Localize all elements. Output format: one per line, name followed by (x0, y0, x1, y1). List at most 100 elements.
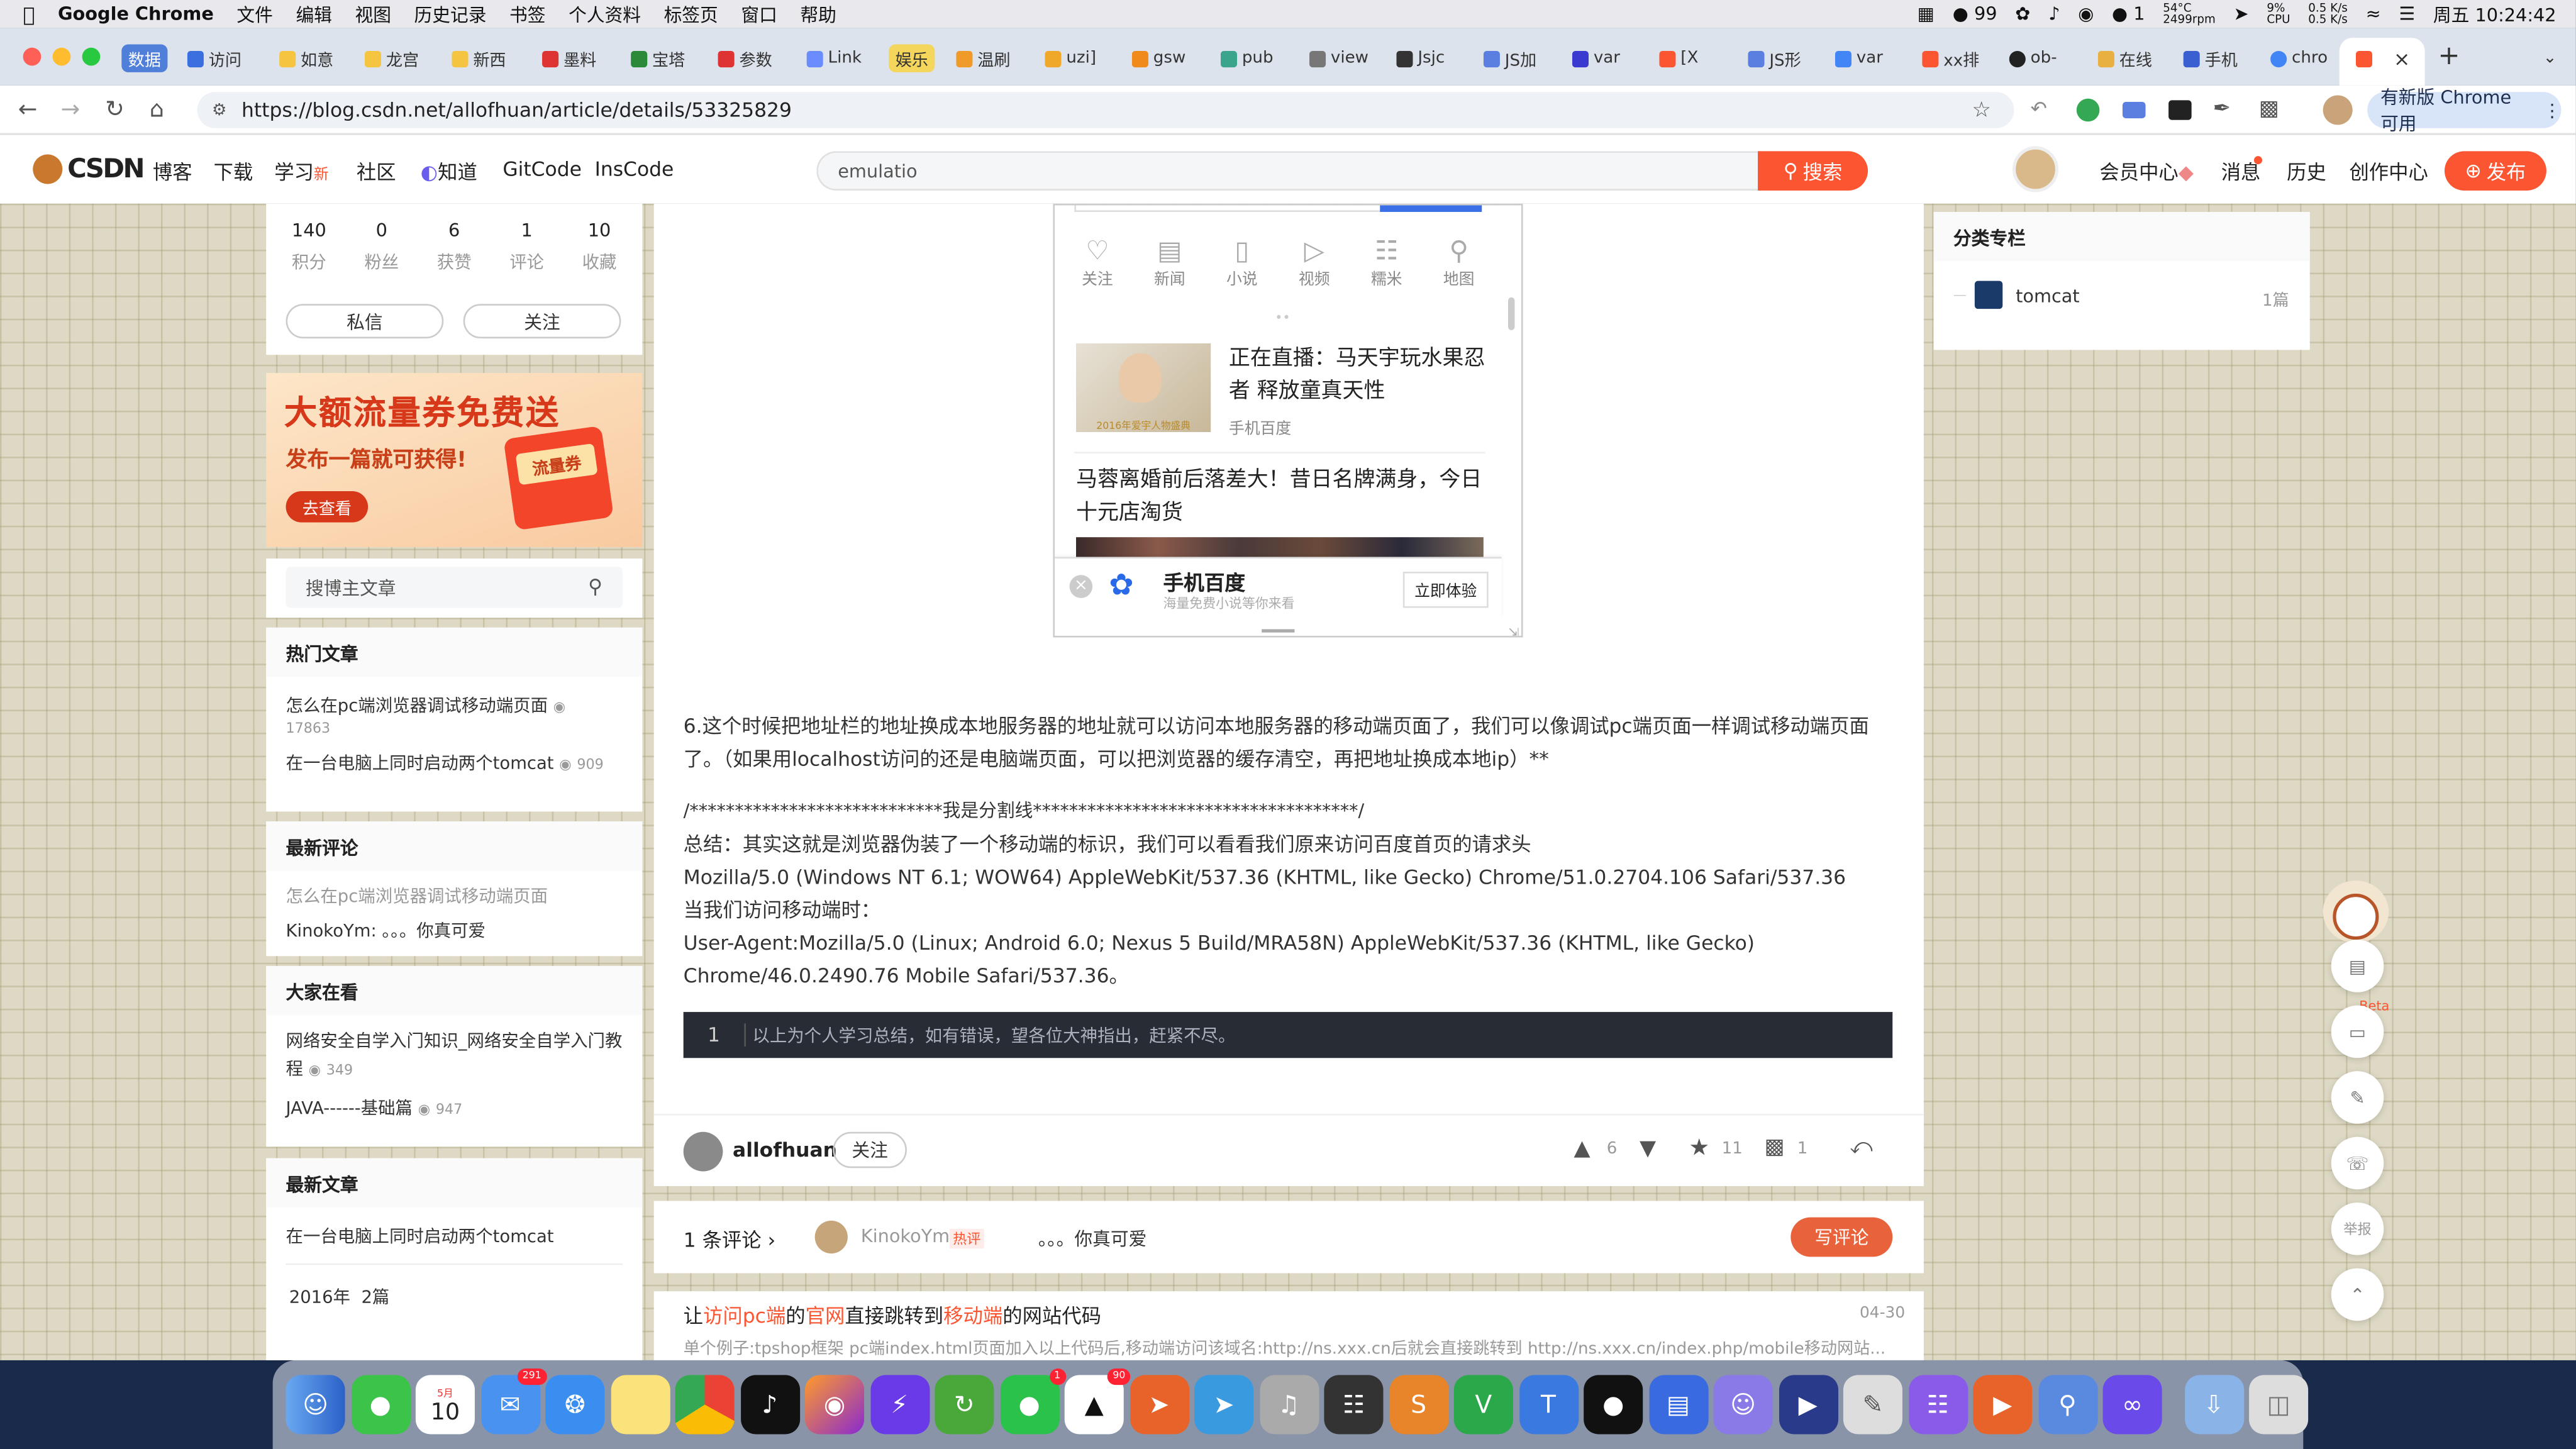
forward-icon[interactable]: → (61, 97, 80, 123)
tab-group-entertainment[interactable]: 娱乐 (889, 44, 935, 72)
send-icon[interactable]: ➤ (2234, 3, 2249, 25)
vim-icon[interactable]: V (1453, 1375, 1513, 1435)
menu-view[interactable]: 视图 (355, 1, 391, 27)
reload-icon[interactable]: ↻ (105, 97, 125, 123)
follow-button[interactable]: 关注 (463, 304, 621, 339)
tab[interactable]: xx排 (1922, 45, 1987, 72)
tab[interactable]: uzi] (1045, 45, 1110, 72)
status-app-icon[interactable]: ▦ (1918, 3, 1935, 25)
address-input[interactable]: ⚙ https://blog.csdn.net/allofhuan/articl… (197, 92, 2014, 128)
tab[interactable]: [X (1659, 45, 1724, 72)
presenter-icon[interactable]: ▶ (1973, 1375, 2033, 1435)
publish-button[interactable]: ⊕ 发布 (2444, 151, 2546, 191)
comment-article-link[interactable]: 怎么在pc端浏览器调试移动端页面 (266, 884, 642, 908)
github-icon[interactable]: ◉ (2078, 3, 2094, 25)
video-player-icon[interactable]: ▶ (1778, 1375, 1838, 1435)
news-title[interactable]: 马蓉离婚前后落差大！昔日名牌满身，今日十元店淘货 (1076, 465, 1490, 530)
close-window-button[interactable] (23, 47, 42, 66)
phone-scrollbar[interactable] (1507, 297, 1515, 331)
banner-cta-button[interactable]: 去查看 (286, 491, 369, 523)
temp-status[interactable]: 54°C 2499rpm (2163, 2, 2216, 26)
novel-shortcut[interactable]: ▯ 小说 (1209, 235, 1275, 289)
extension-green-icon[interactable] (2076, 98, 2100, 122)
author-name[interactable]: allofhuan (733, 1138, 837, 1162)
tab[interactable]: 在线 (2097, 45, 2163, 72)
cpu-status[interactable]: 9% CPU (2267, 2, 2290, 26)
related-article[interactable]: 让访问pc端的官网直接跳转到移动端的网站代码 04-30 单个例子:tpshop… (653, 1291, 1924, 1360)
support-button[interactable]: ☏ (2331, 1136, 2384, 1190)
trending-item[interactable]: 网络安全自学入门知识_网络安全自学入门教程 ◉ 349 (266, 1028, 642, 1085)
chatgpt-icon[interactable]: ✿ (2015, 3, 2030, 25)
stat-points[interactable]: 140 积分 (292, 220, 326, 274)
tab[interactable]: Jsjc (1396, 45, 1462, 72)
site-info-icon[interactable]: ⚙ (212, 101, 226, 119)
tiktok-dock-icon[interactable]: ♪ (740, 1375, 799, 1435)
bookmark-star-icon[interactable]: ☆ (1972, 97, 1991, 122)
apple-menu-icon[interactable]:  (23, 3, 35, 26)
private-message-button[interactable]: 私信 (286, 304, 444, 339)
favorite-star-icon[interactable]: ★ (1689, 1135, 1709, 1162)
edit-button[interactable]: ✎ (2331, 1071, 2384, 1124)
commenter-name[interactable]: KinokoYm (861, 1226, 950, 1247)
grid-app-icon[interactable]: ☷ (1324, 1375, 1384, 1435)
tab[interactable]: 如意 (279, 45, 341, 72)
tab[interactable]: 访问 (187, 45, 250, 72)
report-button[interactable]: 举报 (2331, 1202, 2384, 1255)
messages-icon[interactable]: ● (350, 1375, 410, 1435)
tab[interactable]: 手机 (2183, 45, 2249, 72)
control-center-icon[interactable]: ☰ (2399, 3, 2415, 25)
menu-file[interactable]: 文件 (236, 1, 272, 27)
csdn-search-button[interactable]: ⚲ 搜索 (1758, 151, 1868, 191)
nav-creator[interactable]: 创作中心 (2349, 158, 2428, 186)
nav-blog[interactable]: 博客 (153, 158, 192, 186)
nav-zhidao[interactable]: ◐知道 (421, 158, 477, 186)
finder-icon[interactable]: ☺ (286, 1375, 345, 1435)
back-icon[interactable]: ← (18, 97, 38, 123)
search-icon[interactable]: ⚲ (588, 575, 602, 598)
follow-author-button[interactable]: 关注 (833, 1131, 907, 1169)
tab[interactable]: 宝塔 (631, 45, 693, 72)
safari-icon[interactable]: ❂ (545, 1375, 605, 1435)
nav-history[interactable]: 历史 (2287, 158, 2326, 186)
article-link[interactable]: JAVA------基础篇 (286, 1099, 413, 1119)
nav-community[interactable]: 社区 (357, 158, 396, 186)
mail-icon[interactable]: ✉ 291 (480, 1368, 547, 1435)
zoom-window-button[interactable] (82, 47, 101, 66)
close-tab-icon[interactable]: × (2394, 47, 2410, 70)
extension-blue-icon[interactable] (2122, 101, 2146, 119)
like-icon[interactable]: ▲ (1574, 1137, 1590, 1162)
net-status[interactable]: 0.5 K/s 0.5 K/s (2308, 2, 2348, 26)
extensions-puzzle-icon[interactable]: ▩ (2259, 97, 2279, 121)
tab[interactable]: gsw (1131, 45, 1197, 72)
comment-icon[interactable]: ▩ (1765, 1135, 1785, 1160)
extension-dark-icon[interactable] (2168, 100, 2192, 120)
nav-inscode[interactable]: InsCode (595, 158, 674, 181)
extension-pen-icon[interactable]: ✒ (2213, 97, 2231, 121)
wechat-dock-icon[interactable]: ● 1 (999, 1368, 1066, 1435)
downloads-folder-icon[interactable]: ⇩ (2184, 1375, 2243, 1435)
link-app-icon[interactable]: ∞ (2102, 1375, 2162, 1435)
app-name-menu[interactable]: Google Chrome (58, 3, 214, 25)
archive-item[interactable]: 2016年 2篇 (266, 1285, 642, 1309)
tab[interactable]: JS加 (1483, 45, 1549, 72)
nav-vip[interactable]: 会员中心◆ (2099, 158, 2194, 186)
resize-corner-icon[interactable]: ⇲ (1508, 626, 1519, 636)
news-shortcut[interactable]: ▤ 新闻 (1137, 235, 1202, 289)
tiktok-icon[interactable]: ♪ (2048, 3, 2060, 25)
article-link[interactable]: 在一台电脑上同时启动两个tomcat (266, 1224, 642, 1248)
tab[interactable]: chro (2270, 45, 2336, 72)
qq-penguin-icon[interactable]: ● (1584, 1375, 1643, 1435)
comment-count-link[interactable]: 1 条评论 › (684, 1226, 775, 1253)
chrome-update-button[interactable]: 有新版 Chrome 可用 ⋮ (2367, 87, 2562, 135)
hot-article-item[interactable]: 在一台电脑上同时启动两个tomcat ◉ 909 (266, 751, 642, 775)
mascot-avatar[interactable] (2323, 880, 2389, 943)
stat-favorites[interactable]: 10 收藏 (582, 220, 617, 274)
blog-search-input[interactable]: 搜博主文章 (286, 567, 623, 608)
tab[interactable]: 参数 (718, 45, 780, 72)
bolt-app-icon[interactable]: ⚡ (870, 1375, 930, 1435)
calendar-icon[interactable]: 5月 10 (415, 1375, 475, 1435)
trash-icon[interactable]: ◫ (2249, 1375, 2309, 1435)
hot-article-item[interactable]: 怎么在pc端浏览器调试移动端页面 ◉ 17863 (266, 693, 642, 738)
back-to-top-button[interactable]: ⌃ (2331, 1268, 2384, 1321)
audio-app-icon[interactable]: ♫ (1259, 1375, 1319, 1435)
